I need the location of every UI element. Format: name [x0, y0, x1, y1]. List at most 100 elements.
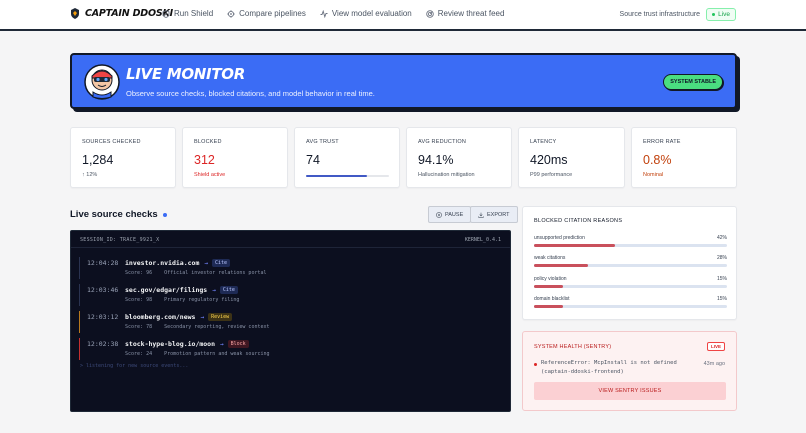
log-domain-text: stock-hype-blog.io/moon: [125, 340, 216, 348]
stat-sub: Shield active: [194, 172, 226, 178]
terminal-header: SESSION_ID: TRACE_9921_X KERNEL_0.4.1: [71, 231, 510, 248]
log-entry: 12:03:46 sec.gov/edgar/filings → Cite Scor…: [79, 284, 499, 306]
reason-bar: [534, 285, 727, 288]
hero-banner: LIVE MONITOR Observe source checks, bloc…: [70, 53, 737, 109]
live-indicator-icon: [162, 212, 167, 217]
stat-label: BLOCKED: [194, 139, 222, 145]
section-title-text: Live source checks: [70, 209, 158, 220]
blocked-reasons-panel: BLOCKED CITATION REASONS unsupported pre…: [522, 206, 737, 320]
session-id: SESSION_ID: TRACE_9921_X: [80, 237, 160, 243]
reason-row: domain blacklist 15%: [534, 296, 727, 310]
log-domain-text: investor.nvidia.com: [125, 259, 200, 267]
log-domain: bloomberg.com/news → Review: [125, 313, 233, 321]
stat-value: 1,284: [82, 153, 114, 167]
log-entry: 12:03:12 bloomberg.com/news → Review Score…: [79, 311, 499, 333]
reason-bar-fill: [534, 285, 563, 288]
brand-name: CAPTAIN DDOSKI: [85, 8, 173, 19]
live-label: Live: [718, 11, 730, 18]
radar-icon: [426, 9, 434, 18]
system-status-button[interactable]: SYSTEM STABLE: [663, 74, 723, 90]
stat-card-sources-checked: SOURCES CHECKED 1,284 ↑ 12%: [70, 127, 176, 188]
arrow-right-icon: →: [200, 314, 205, 321]
log-time: 12:03:46: [87, 286, 119, 294]
view-sentry-issues-button[interactable]: VIEW SENTRY ISSUES: [534, 382, 726, 400]
page-subtitle: Observe source checks, blocked citations…: [126, 89, 375, 98]
logo-icon: [71, 8, 79, 19]
reason-percent: 15%: [716, 276, 727, 282]
reason-name: weak citations: [534, 255, 566, 261]
brand[interactable]: CAPTAIN DDOSKI: [70, 8, 173, 19]
log-score: Score: 96: [125, 270, 153, 276]
log-note: Primary regulatory filing: [164, 297, 240, 303]
stat-value: 94.1%: [418, 153, 454, 167]
log-score: Score: 98: [125, 297, 153, 303]
reason-bar-fill: [534, 244, 616, 247]
log-domain: investor.nvidia.com → Cite: [125, 259, 231, 267]
stat-value: 74: [306, 153, 320, 167]
page-title: LIVE MONITOR: [126, 65, 245, 83]
stat-value: 312: [194, 153, 215, 167]
pause-icon: [436, 211, 442, 218]
reason-name: policy violation: [534, 276, 567, 282]
log-note: Official investor relations portal: [164, 270, 267, 276]
stat-label: ERROR RATE: [643, 139, 681, 145]
kernel-version: KERNEL_0.4.1: [464, 237, 501, 243]
live-log-terminal[interactable]: SESSION_ID: TRACE_9921_X KERNEL_0.4.1 12…: [70, 230, 511, 412]
stat-label: AVG TRUST: [306, 139, 339, 145]
stat-card-avg-trust: AVG TRUST 74: [294, 127, 400, 188]
log-detail: Score: 98 Primary regulatory filing: [125, 297, 239, 303]
nav-compare-pipelines[interactable]: Compare pipelines: [227, 9, 306, 18]
reason-name: domain blacklist: [534, 296, 570, 302]
nav-label: View model evaluation: [331, 9, 412, 18]
activity-icon: [320, 9, 328, 18]
live-dot-icon: [712, 13, 716, 16]
arrow-right-icon: →: [204, 260, 208, 267]
reason-percent: 28%: [716, 255, 727, 261]
nav-review-threat-feed[interactable]: Review threat feed: [426, 9, 505, 18]
download-icon: [478, 212, 484, 218]
nav-label: Run Shield: [174, 9, 214, 18]
gear-icon: [227, 9, 235, 18]
listening-status: > listening for new source events...: [80, 363, 189, 369]
stat-value: 0.8%: [643, 153, 672, 167]
nav-view-model-evaluation[interactable]: View model evaluation: [320, 9, 412, 18]
log-badge: Review: [208, 313, 233, 321]
live-badge: LIVE: [706, 342, 725, 351]
error-timestamp: 43m ago: [703, 361, 725, 367]
stat-sub: Nominal: [643, 172, 664, 178]
log-badge: Cite: [219, 286, 238, 294]
nav-run-shield[interactable]: Run Shield: [162, 9, 213, 18]
nav-label: Review threat feed: [437, 9, 505, 18]
reason-row: unsupported prediction 42%: [534, 235, 727, 249]
trust-progress-fill: [306, 175, 368, 177]
log-score: Score: 78: [125, 324, 153, 330]
export-button[interactable]: EXPORT: [470, 206, 518, 223]
tagline: Source trust infrastructure: [619, 11, 701, 18]
log-score: Score: 24: [125, 351, 153, 357]
reason-bar: [534, 244, 727, 247]
panel-title: BLOCKED CITATION REASONS: [534, 218, 623, 224]
stat-label: LATENCY: [530, 139, 557, 145]
log-note: Promotion pattern and weak sourcing: [164, 351, 270, 357]
mascot-avatar-icon: [84, 64, 120, 100]
live-status-badge: Live: [706, 8, 736, 21]
stat-card-error-rate: ERROR RATE 0.8% Nominal: [631, 127, 737, 188]
export-label: EXPORT: [487, 211, 510, 218]
nav-label: Compare pipelines: [239, 9, 306, 18]
reason-bar: [534, 264, 727, 267]
log-badge: Cite: [211, 259, 231, 267]
arrow-right-icon: →: [220, 341, 224, 348]
reason-percent: 42%: [716, 235, 727, 241]
trust-progress-bar: [306, 175, 389, 177]
pause-button[interactable]: PAUSE: [428, 206, 472, 223]
log-time: 12:03:12: [87, 313, 119, 321]
system-health-panel: SYSTEM HEALTH (SENTRY) LIVE ReferenceErr…: [522, 331, 737, 411]
reason-name: unsupported prediction: [534, 235, 585, 241]
section-title: Live source checks: [70, 209, 167, 220]
reason-row: weak citations 28%: [534, 255, 727, 269]
error-message: ReferenceError: McpInstall is not define…: [541, 360, 677, 375]
stat-card-latency: LATENCY 420ms P99 performance: [518, 127, 625, 188]
stat-card-avg-reduction: AVG REDUCTION 94.1% Hallucination mitiga…: [406, 127, 512, 188]
pause-label: PAUSE: [445, 211, 464, 218]
log-note: Secondary reporting, review context: [164, 324, 270, 330]
